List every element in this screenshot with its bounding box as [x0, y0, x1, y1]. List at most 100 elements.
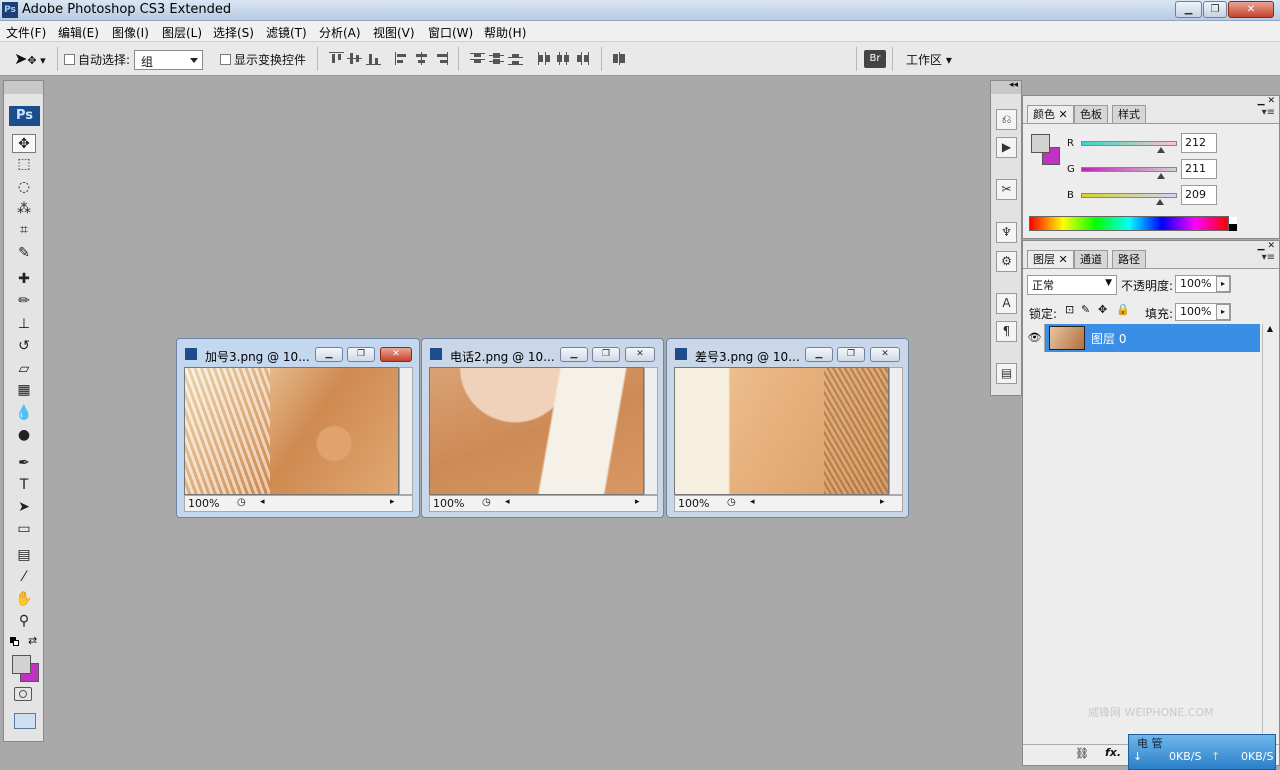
- doc-close-button[interactable]: ✕: [380, 347, 412, 362]
- foreground-color-swatch[interactable]: [1031, 134, 1050, 153]
- vertical-scrollbar[interactable]: [889, 367, 903, 495]
- distribute-horizontal-center-icon[interactable]: [556, 52, 571, 65]
- restore-button[interactable]: ❐: [1203, 1, 1227, 18]
- align-bottom-icon[interactable]: [366, 52, 381, 65]
- doc-close-button[interactable]: ✕: [870, 347, 900, 362]
- clone-source-panel-icon[interactable]: ⚙: [996, 251, 1017, 272]
- doc-restore-button[interactable]: ❐: [592, 347, 620, 362]
- crop-tool-icon[interactable]: ⌗: [12, 221, 36, 240]
- distribute-left-icon[interactable]: [537, 52, 552, 65]
- status-menu-icon[interactable]: ◷: [727, 497, 736, 508]
- channel-slider[interactable]: [1081, 193, 1177, 198]
- foreground-color-swatch[interactable]: [12, 655, 31, 674]
- scroll-right-icon[interactable]: ▸: [390, 497, 395, 507]
- actions-panel-icon[interactable]: ▶: [996, 137, 1017, 158]
- distribute-right-icon[interactable]: [575, 52, 590, 65]
- fill-slider-toggle[interactable]: ▸: [1216, 304, 1230, 320]
- minimize-button[interactable]: ▁: [1175, 1, 1202, 18]
- gradient-tool-icon[interactable]: ▦: [12, 381, 36, 400]
- auto-select-checkbox[interactable]: [64, 54, 75, 65]
- layers-scrollbar[interactable]: ▲: [1262, 324, 1277, 744]
- distribute-top-icon[interactable]: [470, 52, 485, 65]
- document-canvas[interactable]: [429, 367, 644, 495]
- align-left-icon[interactable]: [395, 52, 410, 65]
- blur-tool-icon[interactable]: 💧: [12, 404, 36, 423]
- auto-align-layers-icon[interactable]: [612, 52, 627, 65]
- slider-thumb[interactable]: [1156, 173, 1165, 179]
- eyedropper-tool-icon[interactable]: ⁄: [12, 568, 36, 587]
- healing-brush-tool-icon[interactable]: ✚: [12, 270, 36, 289]
- brushes-panel-icon[interactable]: ♆: [996, 222, 1017, 243]
- align-top-icon[interactable]: [329, 52, 344, 65]
- distribute-bottom-icon[interactable]: [508, 52, 523, 65]
- menu-edit[interactable]: 编辑(E): [58, 24, 99, 41]
- history-brush-tool-icon[interactable]: ↺: [12, 337, 36, 356]
- blend-mode-dropdown[interactable]: 正常 ▼: [1027, 275, 1117, 295]
- channel-value-input[interactable]: 212: [1181, 133, 1217, 153]
- document-window-1[interactable]: 加号3.png @ 10... ▁ ❐ ✕ 100% ◷ ◂ ▸: [176, 338, 420, 518]
- layer-comps-panel-icon[interactable]: ▤: [996, 363, 1017, 384]
- zoom-level[interactable]: 100%: [433, 497, 464, 510]
- layer-row[interactable]: 👁 图层 0: [1025, 324, 1260, 352]
- brush-tool-icon[interactable]: ✏: [12, 292, 36, 311]
- menu-select[interactable]: 选择(S): [213, 24, 254, 41]
- hand-tool-icon[interactable]: ✋: [12, 590, 36, 609]
- show-transform-checkbox[interactable]: [220, 54, 231, 65]
- close-icon[interactable]: ✕: [1059, 108, 1068, 121]
- color-spectrum-bar[interactable]: [1029, 216, 1237, 231]
- history-panel-icon[interactable]: ⎌: [996, 109, 1017, 130]
- doc-close-button[interactable]: ✕: [625, 347, 655, 362]
- type-tool-icon[interactable]: T: [12, 476, 36, 495]
- channel-value-input[interactable]: 211: [1181, 159, 1217, 179]
- dock-grip[interactable]: ◂◂: [991, 80, 1021, 94]
- align-horizontal-center-icon[interactable]: [414, 52, 429, 65]
- slider-thumb[interactable]: [1156, 147, 1165, 153]
- move-tool-icon[interactable]: ✥: [12, 134, 36, 153]
- zoom-level[interactable]: 100%: [678, 497, 709, 510]
- notes-tool-icon[interactable]: ▤: [12, 546, 36, 565]
- lock-all-icon[interactable]: 🔒: [1116, 303, 1130, 316]
- vertical-scrollbar[interactable]: [399, 367, 413, 495]
- tab-color[interactable]: 颜色 ✕: [1027, 105, 1074, 123]
- lasso-tool-icon[interactable]: ◌: [12, 178, 36, 197]
- magic-wand-tool-icon[interactable]: ⁂: [12, 200, 36, 219]
- menu-view[interactable]: 视图(V): [373, 24, 415, 41]
- zoom-level[interactable]: 100%: [188, 497, 219, 510]
- scroll-left-icon[interactable]: ◂: [505, 497, 510, 507]
- document-window-2[interactable]: 电话2.png @ 10... ▁ ❐ ✕ 100% ◷ ◂ ▸: [421, 338, 664, 518]
- document-window-3[interactable]: 差号3.png @ 10... ▁ ❐ ✕ 100% ◷ ◂ ▸: [666, 338, 909, 518]
- paragraph-panel-icon[interactable]: ¶: [996, 321, 1017, 342]
- scroll-right-icon[interactable]: ▸: [635, 497, 640, 507]
- distribute-vertical-center-icon[interactable]: [489, 52, 504, 65]
- opacity-slider-toggle[interactable]: ▸: [1216, 276, 1230, 292]
- eye-visibility-icon[interactable]: 👁: [1025, 324, 1045, 352]
- doc-minimize-button[interactable]: ▁: [560, 347, 588, 362]
- channel-slider[interactable]: [1081, 167, 1177, 172]
- menu-window[interactable]: 窗口(W): [428, 24, 473, 41]
- character-panel-icon[interactable]: A: [996, 293, 1017, 314]
- tab-styles[interactable]: 样式: [1112, 105, 1146, 123]
- align-vertical-center-icon[interactable]: [347, 52, 362, 65]
- channel-slider[interactable]: [1081, 141, 1177, 146]
- scroll-left-icon[interactable]: ◂: [260, 497, 265, 507]
- lock-pixels-icon[interactable]: ✎: [1081, 303, 1090, 316]
- panel-menu-icon[interactable]: ▾≡: [1262, 252, 1275, 263]
- quick-mask-icon[interactable]: [14, 687, 32, 701]
- lock-position-icon[interactable]: ✥: [1098, 303, 1107, 316]
- tab-swatches[interactable]: 色板: [1074, 105, 1108, 123]
- tab-channels[interactable]: 通道: [1074, 250, 1108, 268]
- auto-select-dropdown[interactable]: 组: [134, 50, 203, 70]
- toolbox-grip[interactable]: [4, 81, 43, 94]
- menu-help[interactable]: 帮助(H): [484, 24, 526, 41]
- document-canvas[interactable]: [674, 367, 889, 495]
- tab-paths[interactable]: 路径: [1112, 250, 1146, 268]
- menu-layer[interactable]: 图层(L): [162, 24, 202, 41]
- close-icon[interactable]: ✕: [1059, 253, 1068, 266]
- path-selection-tool-icon[interactable]: ➤: [12, 498, 36, 517]
- default-colors-icon[interactable]: [10, 637, 19, 646]
- close-button[interactable]: ✕: [1228, 1, 1274, 18]
- workspace-button[interactable]: 工作区 ▾: [906, 51, 952, 68]
- dodge-tool-icon[interactable]: ●: [12, 426, 36, 445]
- document-canvas[interactable]: [184, 367, 399, 495]
- move-tool-preset-icon[interactable]: ➤✥ ▾: [14, 49, 46, 68]
